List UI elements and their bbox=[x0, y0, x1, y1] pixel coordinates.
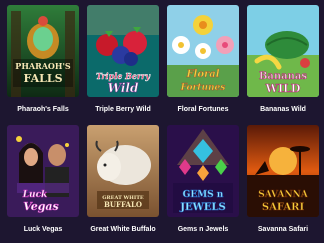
game-card-pharaohs-falls[interactable]: PHARAOH'S FALLS Pharaoh's Falls bbox=[7, 5, 79, 118]
gems-jewels-logo-line2: JEWELS bbox=[179, 202, 225, 213]
game-thumbnail-great-white-buffalo[interactable]: GREAT WHITE BUFFALO bbox=[87, 125, 159, 217]
bananas-wild-logo-line1: Bananas bbox=[259, 71, 307, 82]
game-thumbnail-bananas-wild[interactable]: Bananas WILD bbox=[247, 5, 319, 97]
savanna-safari-logo-line2: SAFARI bbox=[262, 202, 305, 213]
game-thumbnail-gems-n-jewels[interactable]: GEMS n JEWELS bbox=[167, 125, 239, 217]
triple-berry-logo-line2: Wild bbox=[108, 81, 139, 95]
game-title-pharaohs-falls[interactable]: Pharaoh's Falls bbox=[3, 105, 83, 114]
luck-vegas-logo-line1: Luck bbox=[22, 190, 48, 200]
game-card-luck-vegas[interactable]: Luck Vegas Luck Vegas bbox=[7, 125, 79, 238]
game-title-great-white-buffalo[interactable]: Great White Buffalo bbox=[83, 225, 163, 234]
game-title-gems-n-jewels[interactable]: Gems n Jewels bbox=[163, 225, 243, 234]
game-thumbnail-floral-fortunes[interactable]: Floral Fortunes bbox=[167, 5, 239, 97]
luck-vegas-logo-line2: Vegas bbox=[23, 200, 59, 213]
game-card-triple-berry-wild[interactable]: Triple Berry Wild Triple Berry Wild bbox=[87, 5, 159, 118]
game-grid: PHARAOH'S FALLS Pharaoh's Falls Triple B… bbox=[0, 0, 324, 243]
game-card-floral-fortunes[interactable]: Floral Fortunes Floral Fortunes bbox=[167, 5, 239, 118]
gems-jewels-logo-line1: GEMS n bbox=[183, 190, 224, 200]
game-title-savanna-safari[interactable]: Savanna Safari bbox=[243, 225, 323, 234]
game-card-gems-n-jewels[interactable]: GEMS n JEWELS Gems n Jewels bbox=[167, 125, 239, 238]
game-card-savanna-safari[interactable]: SAVANNA SAFARI Savanna Safari bbox=[247, 125, 319, 238]
game-thumbnail-luck-vegas[interactable]: Luck Vegas bbox=[7, 125, 79, 217]
gwb-logo-line2: BUFFALO bbox=[104, 200, 142, 209]
game-thumbnail-savanna-safari[interactable]: SAVANNA SAFARI bbox=[247, 125, 319, 217]
savanna-safari-logo-line1: SAVANNA bbox=[258, 190, 309, 200]
game-title-bananas-wild[interactable]: Bananas Wild bbox=[243, 105, 323, 114]
pharaohs-falls-logo-line2: FALLS bbox=[23, 72, 62, 85]
floral-fortunes-logo-line1: Floral bbox=[185, 69, 219, 80]
game-thumbnail-triple-berry-wild[interactable]: Triple Berry Wild bbox=[87, 5, 159, 97]
floral-fortunes-logo-line2: Fortunes bbox=[180, 83, 226, 93]
pharaohs-falls-logo-line1: PHARAOH'S bbox=[15, 61, 71, 71]
game-title-triple-berry-wild[interactable]: Triple Berry Wild bbox=[83, 105, 163, 114]
bananas-wild-logo-line2: WILD bbox=[265, 82, 301, 95]
game-card-great-white-buffalo[interactable]: GREAT WHITE BUFFALO Great White Buffalo bbox=[87, 125, 159, 238]
game-title-luck-vegas[interactable]: Luck Vegas bbox=[3, 225, 83, 234]
game-title-floral-fortunes[interactable]: Floral Fortunes bbox=[163, 105, 243, 114]
game-thumbnail-pharaohs-falls[interactable]: PHARAOH'S FALLS bbox=[7, 5, 79, 97]
game-card-bananas-wild[interactable]: Bananas WILD Bananas Wild bbox=[247, 5, 319, 118]
triple-berry-logo-line1: Triple Berry bbox=[96, 71, 151, 81]
